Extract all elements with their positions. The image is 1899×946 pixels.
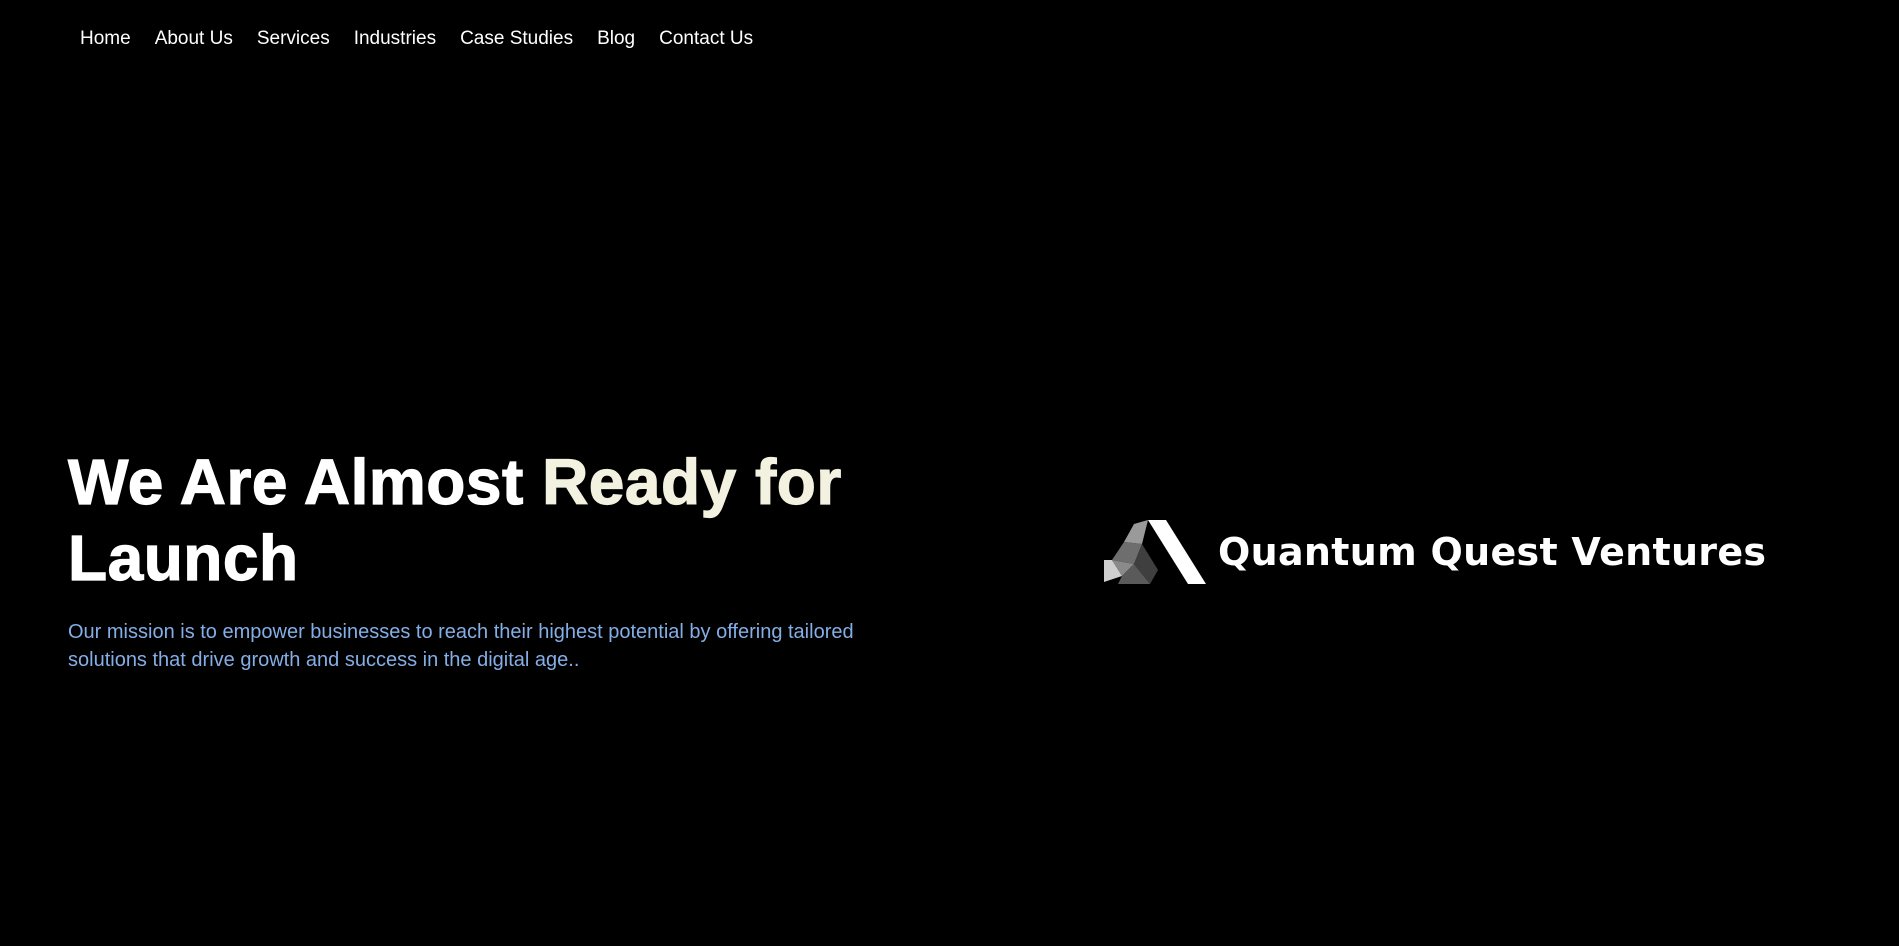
hero-title: We Are Almost Ready for Launch (67, 444, 888, 596)
hero-title-part3: Launch (67, 521, 299, 594)
hero-title-part1: We Are Almost (67, 445, 543, 518)
nav-industries-link[interactable]: Industries (342, 26, 448, 52)
hero-title-part2: Ready for (541, 445, 842, 518)
brand-name: Quantum Quest Ventures (1218, 530, 1767, 574)
nav-blog-link[interactable]: Blog (585, 26, 647, 52)
brand-block: Quantum Quest Ventures (1104, 520, 1766, 584)
main-nav: Home About Us Services Industries Case S… (68, 26, 765, 52)
nav-home-link[interactable]: Home (68, 26, 143, 52)
nav-case-studies-link[interactable]: Case Studies (448, 26, 585, 52)
nav-contact-link[interactable]: Contact Us (647, 26, 765, 52)
triangle-logo-icon (1104, 520, 1206, 584)
nav-services-link[interactable]: Services (245, 26, 342, 52)
hero-subtitle: Our mission is to empower businesses to … (68, 621, 854, 671)
hero-section: We Are Almost Ready for Launch Our missio… (67, 444, 888, 674)
nav-about-link[interactable]: About Us (143, 26, 245, 52)
